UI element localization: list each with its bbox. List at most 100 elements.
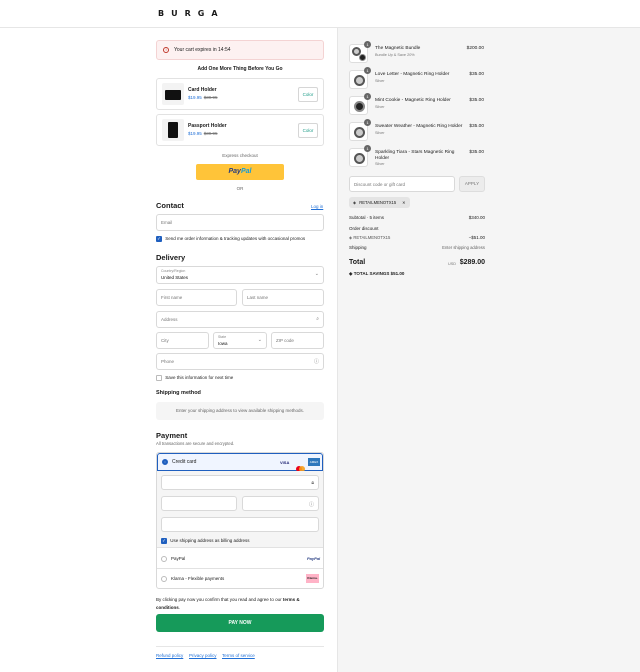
card-expiry-field[interactable] — [161, 496, 237, 511]
order-item: 1 Sweater Weather - Magnetic Ring Holder… — [349, 119, 489, 146]
klarna-icon: Klarna. — [306, 574, 319, 583]
billing-same-row[interactable]: ✓ Use shipping address as billing addres… — [161, 538, 250, 544]
cart-timer-banner: ! Your cart expires in 14:54 — [156, 40, 324, 60]
refund-policy-link[interactable]: Refund policy — [156, 653, 183, 658]
contact-title: Contact — [156, 201, 184, 210]
brand-logo[interactable]: BURGA — [158, 9, 225, 18]
shipping-title: Shipping method — [156, 390, 201, 396]
order-item: 1 Mint Cookie - Magnetic Ring Holder Sil… — [349, 93, 489, 120]
discount-tag: ◈ RETAILMENOTX15 ✕ — [349, 197, 410, 208]
order-item: 1 Sparkling Tiara - Stars Magnetic Ring … — [349, 145, 489, 168]
email-field[interactable]: Email — [156, 214, 324, 231]
paypal-express-button[interactable]: PayPal — [196, 164, 284, 180]
cart-timer-text: Your cart expires in 14:54 — [174, 47, 231, 53]
upsell-price: $19.95 $39.95 — [188, 95, 218, 100]
total-value: $289.00 — [459, 259, 485, 266]
item-variant: Bundle Up & Save 20% — [375, 53, 415, 57]
quantity-badge: 1 — [364, 67, 371, 74]
visa-icon: VISA — [280, 460, 290, 465]
help-icon[interactable]: ⓘ — [309, 501, 314, 508]
delivery-title: Delivery — [156, 253, 186, 262]
help-icon[interactable]: ⓘ — [314, 358, 319, 365]
upsell-item: Passport Holder $19.95 $39.95 Color — [156, 114, 324, 146]
paypal-radio[interactable] — [161, 556, 167, 562]
item-name: Sweater Weather - Magnetic Ring Holder — [375, 124, 463, 129]
item-variant: Silver — [375, 79, 385, 83]
quantity-badge: 1 — [364, 41, 371, 48]
total-label: Total — [349, 259, 366, 266]
klarna-radio[interactable] — [161, 576, 167, 582]
item-variant: Silver — [375, 105, 385, 109]
shipping-label: Shipping — [349, 245, 367, 250]
chevron-down-icon: ⌄ — [257, 337, 262, 343]
quantity-badge: 1 — [364, 145, 371, 152]
paypal-option[interactable]: PayPal PayPal — [157, 549, 323, 569]
city-field[interactable]: City — [156, 332, 209, 349]
save-info-row[interactable]: Save this information for next time — [156, 375, 233, 381]
tag-icon: ◈ — [349, 271, 353, 276]
close-icon[interactable]: ✕ — [402, 200, 406, 205]
upsell-title: Add One More Thing Before You Go — [197, 66, 283, 72]
last-name-field[interactable]: Last name — [242, 289, 324, 306]
tag-icon: ◈ — [353, 200, 357, 205]
privacy-policy-link[interactable]: Privacy policy — [189, 653, 217, 658]
passport-holder-image — [162, 119, 184, 141]
item-name: The Magnetic Bundle — [375, 46, 421, 51]
item-price: $35.00 — [469, 150, 484, 155]
amex-icon: AMEX — [308, 458, 320, 466]
item-variant: Silver — [375, 131, 385, 135]
quantity-badge: 1 — [364, 93, 371, 100]
card-cvv-field[interactable]: ⓘ — [242, 496, 319, 511]
card-fields: 🔒︎ ⓘ ✓ Use shipping address as billing a… — [157, 471, 323, 548]
header: BURGA — [0, 0, 640, 28]
state-select[interactable]: State Iowa ⌄ — [213, 332, 267, 349]
subtotal-label: Subtotal · 5 items — [349, 215, 385, 220]
credit-card-option[interactable]: Credit card VISA AMEX — [157, 453, 323, 472]
chevron-down-icon: ⌄ — [314, 271, 319, 277]
order-item: 1 The Magnetic Bundle Bundle Up & Save 2… — [349, 41, 489, 68]
item-variant: Silver — [375, 162, 385, 166]
klarna-option[interactable]: Klarna - Flexible payments Klarna. — [157, 569, 323, 589]
address-field[interactable]: Address ⌕ — [156, 311, 324, 328]
discount-value: −$51.00 — [468, 235, 485, 240]
upsell-color-button[interactable]: Color — [298, 87, 318, 102]
apply-button[interactable]: APPLY — [459, 176, 485, 192]
item-price: $35.00 — [469, 124, 484, 129]
alert-icon: ! — [163, 47, 169, 53]
phone-field[interactable]: Phone ⓘ — [156, 353, 324, 370]
billing-same-checkbox[interactable]: ✓ — [161, 538, 167, 544]
item-name: Sparkling Tiara - Stars Magnetic Ring Ho… — [375, 150, 455, 161]
terms-of-service-link[interactable]: Terms of service — [222, 653, 255, 658]
shipping-value: Enter shipping address — [442, 245, 485, 250]
subtotal-value: $340.00 — [468, 215, 485, 220]
item-price: $35.00 — [469, 98, 484, 103]
card-holder-image — [162, 83, 184, 105]
item-name: Mint Cookie - Magnetic Ring Holder — [375, 98, 451, 103]
upsell-price: $19.95 $39.95 — [188, 131, 218, 136]
login-link[interactable]: Log in — [311, 204, 323, 209]
paypal-icon: PayPal — [307, 556, 321, 561]
upsell-color-button[interactable]: Color — [298, 123, 318, 138]
save-info-checkbox[interactable] — [156, 375, 162, 381]
express-checkout-label: Express checkout — [222, 153, 258, 158]
save-info-label: Save this information for next time — [165, 375, 234, 381]
payment-subtitle: All transactions are secure and encrypte… — [156, 441, 235, 446]
zip-field[interactable]: ZIP code — [271, 332, 324, 349]
card-number-field[interactable]: 🔒︎ — [161, 475, 319, 490]
country-select[interactable]: Country/Region United States ⌄ — [156, 266, 324, 284]
credit-card-radio[interactable] — [162, 459, 168, 465]
upsell-name: Passport Holder — [188, 123, 227, 129]
newsletter-row[interactable]: ✓ Send me order information & tracking u… — [156, 236, 305, 242]
first-name-field[interactable]: First name — [156, 289, 237, 306]
lock-icon: 🔒︎ — [311, 480, 314, 486]
total-savings: ◈ TOTAL SAVINGS $51.00 — [349, 271, 405, 276]
newsletter-label: Send me order information & tracking upd… — [165, 236, 306, 242]
billing-same-label: Use shipping address as billing address — [170, 538, 250, 544]
discount-tag-label: RETAILMENOTX15 — [359, 200, 397, 205]
shipping-placeholder: Enter your shipping address to view avai… — [156, 402, 324, 420]
card-name-field[interactable] — [161, 517, 319, 532]
newsletter-checkbox[interactable]: ✓ — [156, 236, 162, 242]
pay-now-button[interactable]: PAY NOW — [156, 614, 324, 632]
credit-card-label: Credit card — [172, 459, 197, 465]
discount-code-field[interactable]: Discount code or gift card — [349, 176, 455, 192]
